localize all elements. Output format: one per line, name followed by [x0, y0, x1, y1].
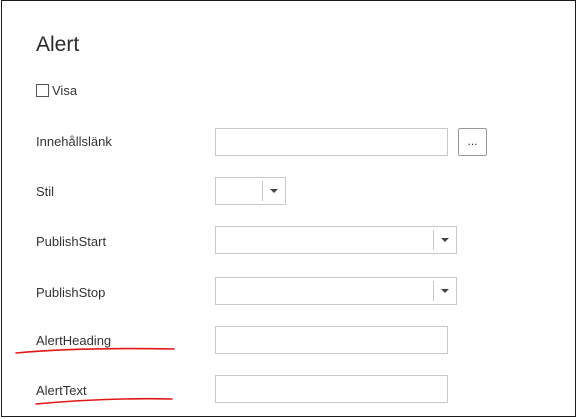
visa-checkbox-row[interactable]: Visa — [36, 83, 77, 98]
panel-title: Alert — [36, 33, 80, 56]
visa-checkbox[interactable] — [36, 84, 49, 97]
publish-start-select[interactable] — [215, 226, 457, 254]
publish-start-label: PublishStart — [36, 234, 107, 249]
publish-stop-label: PublishStop — [36, 285, 106, 300]
content-link-label: Innehållslänk — [36, 134, 112, 149]
style-label: Stil — [36, 184, 55, 199]
visa-label: Visa — [52, 83, 78, 98]
chevron-down-icon[interactable] — [434, 278, 456, 304]
publish-stop-select[interactable] — [215, 277, 457, 305]
alert-text-input[interactable] — [215, 375, 448, 403]
style-select[interactable] — [215, 177, 286, 205]
content-link-input[interactable] — [215, 128, 448, 156]
chevron-down-icon[interactable] — [263, 178, 285, 204]
chevron-down-icon[interactable] — [434, 227, 456, 253]
content-link-browse-button[interactable]: ... — [458, 128, 487, 156]
alert-heading-label: AlertHeading — [36, 333, 112, 348]
alert-properties-panel: Alert Visa Innehållslänk ... Stil Publis… — [1, 0, 576, 417]
alert-heading-input[interactable] — [215, 326, 448, 354]
alert-text-label: AlertText — [36, 383, 87, 398]
